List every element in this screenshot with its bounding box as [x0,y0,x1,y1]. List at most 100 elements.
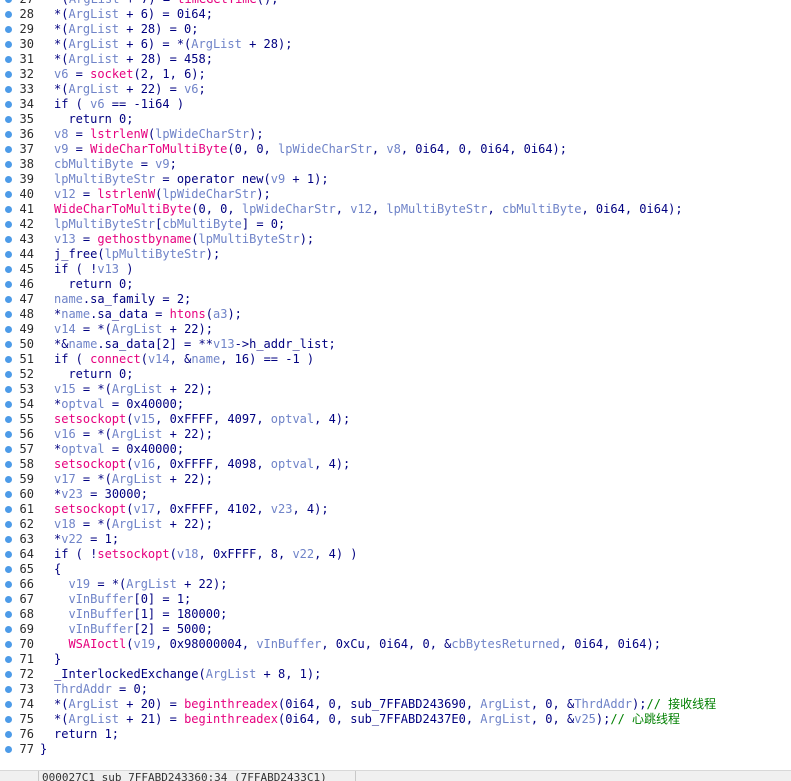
function-name[interactable]: WideCharToMultiByte [54,202,191,216]
code-line[interactable]: 67 vInBuffer[0] = 1; [0,592,791,607]
code-line[interactable]: 55 setsockopt(v15, 0xFFFF, 4097, optval, … [0,412,791,427]
code-line[interactable]: 62 v18 = *(ArgList + 22); [0,517,791,532]
function-name[interactable]: beginthreadex [184,697,278,711]
variable-name[interactable]: ArgList [112,382,163,396]
code-line[interactable]: 61 setsockopt(v17, 0xFFFF, 4102, v23, 4); [0,502,791,517]
function-name[interactable]: socket [90,67,133,81]
function-name[interactable]: gethostbyname [97,232,191,246]
variable-name[interactable]: v19 [68,577,90,591]
code-line[interactable]: 48 *name.sa_data = htons(a3); [0,307,791,322]
variable-name[interactable]: v15 [54,382,76,396]
code-line[interactable]: 43 v13 = gethostbyname(lpMultiByteStr); [0,232,791,247]
variable-name[interactable]: ArgList [112,517,163,531]
variable-name[interactable]: vInBuffer [256,637,321,651]
code-line[interactable]: 73 ThrdAddr = 0; [0,682,791,697]
variable-name[interactable]: v23 [271,502,293,516]
variable-name[interactable]: v17 [54,472,76,486]
code-line[interactable]: 52 return 0; [0,367,791,382]
variable-name[interactable]: v13 [97,262,119,276]
variable-name[interactable]: v8 [386,142,400,156]
variable-name[interactable]: ArgList [68,82,119,96]
variable-name[interactable]: v9 [271,172,285,186]
function-name[interactable]: setsockopt [97,547,169,561]
variable-name[interactable]: v9 [54,142,68,156]
code-line[interactable]: 44 j_free(lpMultiByteStr); [0,247,791,262]
code-line[interactable]: 51 if ( connect(v14, &name, 16) == -1 ) [0,352,791,367]
variable-name[interactable]: v19 [133,637,155,651]
variable-name[interactable]: v22 [292,547,314,561]
variable-name[interactable]: vInBuffer [68,622,133,636]
function-name[interactable]: setsockopt [54,457,126,471]
code-line[interactable]: 59 v17 = *(ArgList + 22); [0,472,791,487]
code-line[interactable]: 36 v8 = lstrlenW(lpWideCharStr); [0,127,791,142]
function-name[interactable]: lstrlenW [97,187,155,201]
code-line[interactable]: 53 v15 = *(ArgList + 22); [0,382,791,397]
variable-name[interactable]: v18 [54,517,76,531]
variable-name[interactable]: v8 [54,127,68,141]
code-line[interactable]: 46 return 0; [0,277,791,292]
variable-name[interactable]: ArgList [68,712,119,726]
variable-name[interactable]: v16 [54,427,76,441]
variable-name[interactable]: ArgList [68,22,119,36]
code-line[interactable]: 32 v6 = socket(2, 1, 6); [0,67,791,82]
variable-name[interactable]: lpMultiByteStr [386,202,487,216]
code-line[interactable]: 56 v16 = *(ArgList + 22); [0,427,791,442]
variable-name[interactable]: cbMultiByte [54,157,133,171]
variable-name[interactable]: v6 [90,97,104,111]
variable-name[interactable]: name [61,307,90,321]
function-name[interactable]: connect [90,352,141,366]
variable-name[interactable]: v15 [133,412,155,426]
code-line[interactable]: 33 *(ArgList + 22) = v6; [0,82,791,97]
variable-name[interactable]: v13 [54,232,76,246]
code-line[interactable]: 60 *v23 = 30000; [0,487,791,502]
function-name[interactable]: WideCharToMultiByte [90,142,227,156]
variable-name[interactable]: ArgList [191,37,242,51]
function-name[interactable]: lstrlenW [90,127,148,141]
variable-name[interactable]: v6 [184,82,198,96]
variable-name[interactable]: ArgList [480,712,531,726]
code-line[interactable]: 38 cbMultiByte = v9; [0,157,791,172]
variable-name[interactable]: ArgList [68,37,119,51]
variable-name[interactable]: ArgList [68,7,119,21]
code-line[interactable]: 58 setsockopt(v16, 0xFFFF, 4098, optval, … [0,457,791,472]
variable-name[interactable]: cbMultiByte [162,217,241,231]
variable-name[interactable]: lpWideCharStr [278,142,372,156]
function-name[interactable]: WSAIoctl [68,637,126,651]
variable-name[interactable]: optval [61,397,104,411]
variable-name[interactable]: ThrdAddr [54,682,112,696]
code-line[interactable]: 57 *optval = 0x40000; [0,442,791,457]
function-name[interactable]: timeGetTime [177,0,256,6]
code-line[interactable]: 65 { [0,562,791,577]
variable-name[interactable]: ThrdAddr [574,697,632,711]
code-line[interactable]: 49 v14 = *(ArgList + 22); [0,322,791,337]
variable-name[interactable]: ArgList [112,322,163,336]
code-line[interactable]: 45 if ( !v13 ) [0,262,791,277]
variable-name[interactable]: ArgList [68,697,119,711]
code-line[interactable]: 34 if ( v6 == -1i64 ) [0,97,791,112]
variable-name[interactable]: name [54,292,83,306]
variable-name[interactable]: v23 [61,487,83,501]
variable-name[interactable]: ArgList [126,577,177,591]
code-line[interactable]: 70 WSAIoctl(v19, 0x98000004, vInBuffer, … [0,637,791,652]
variable-name[interactable]: a3 [213,307,227,321]
code-line[interactable]: 63 *v22 = 1; [0,532,791,547]
variable-name[interactable]: vInBuffer [68,607,133,621]
code-line[interactable]: 42 lpMultiByteStr[cbMultiByte] = 0; [0,217,791,232]
code-line[interactable]: 30 *(ArgList + 6) = *(ArgList + 28); [0,37,791,52]
variable-name[interactable]: lpMultiByteStr [199,232,300,246]
variable-name[interactable]: optval [61,442,104,456]
variable-name[interactable]: v18 [177,547,199,561]
code-line[interactable]: 50 *&name.sa_data[2] = **v13->h_addr_list… [0,337,791,352]
code-line[interactable]: 27 *(ArgList + 7) = timeGetTime(); [0,0,791,7]
variable-name[interactable]: ArgList [206,667,257,681]
variable-name[interactable]: lpMultiByteStr [54,217,155,231]
variable-name[interactable]: name [68,337,97,351]
code-line[interactable]: 71} [0,652,791,667]
code-line[interactable]: 68 vInBuffer[1] = 180000; [0,607,791,622]
variable-name[interactable]: ArgList [112,472,163,486]
code-line[interactable]: 41 WideCharToMultiByte(0, 0, lpWideCharSt… [0,202,791,217]
variable-name[interactable]: ArgList [112,427,163,441]
pseudocode-view[interactable]: 27 *(ArgList + 7) = timeGetTime();28*(Ar… [0,0,791,772]
code-line[interactable]: 69 vInBuffer[2] = 5000; [0,622,791,637]
variable-name[interactable]: v14 [148,352,170,366]
